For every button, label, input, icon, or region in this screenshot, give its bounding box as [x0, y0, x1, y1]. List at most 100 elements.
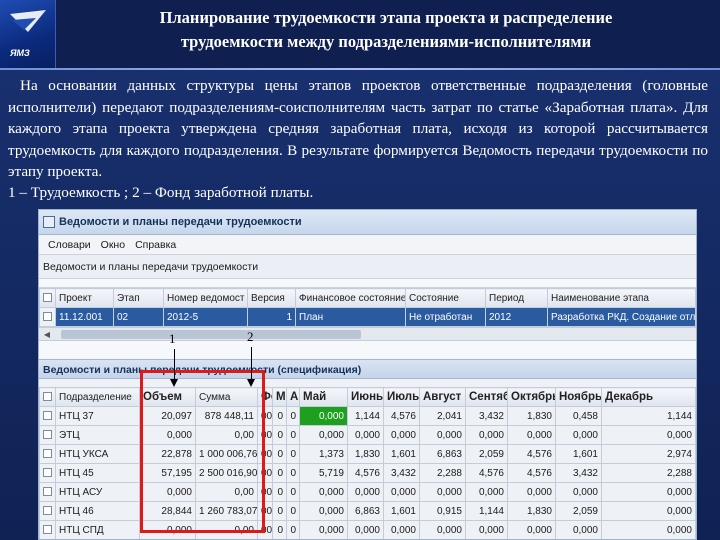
col-header[interactable]: Период [485, 288, 548, 308]
scroll-left-icon[interactable]: ◀ [41, 329, 53, 340]
table-cell[interactable]: 02 [113, 307, 164, 327]
row-checkbox[interactable] [39, 444, 56, 464]
checkbox-icon[interactable] [43, 506, 52, 516]
department-cell[interactable]: НТЦ АСУ [55, 482, 140, 502]
table-cell[interactable]: 0,000 [299, 425, 348, 445]
col-header[interactable]: Номер ведомост [163, 288, 248, 308]
table-cell[interactable]: 0,000 [507, 425, 556, 445]
col-header[interactable]: Состояние [405, 288, 486, 308]
table-cell[interactable]: 0,000 [299, 406, 348, 426]
table-cell[interactable]: 0 [286, 482, 300, 502]
checkbox-icon[interactable] [43, 392, 52, 402]
col-header[interactable]: Октябрь [507, 387, 556, 407]
table-cell[interactable]: План [295, 307, 406, 327]
table-cell[interactable]: 0,000 [601, 520, 696, 539]
table-cell[interactable]: 1,601 [383, 501, 420, 521]
table-row[interactable]: НТЦ 3720,097878 448,11000000,0001,1444,5… [39, 406, 696, 426]
col-header[interactable]: А [286, 387, 300, 407]
table-cell[interactable]: 0,000 [383, 482, 420, 502]
table-row[interactable]: НТЦ УКСА22,8781 000 006,76000001,3731,83… [39, 444, 696, 464]
table-cell[interactable]: 0,000 [299, 482, 348, 502]
table-row[interactable]: НТЦ АСУ0,0000,00000000,0000,0000,0000,00… [39, 482, 696, 502]
checkbox-icon[interactable] [43, 525, 52, 535]
table-cell[interactable]: 2,059 [555, 501, 602, 521]
table-cell[interactable]: 0,000 [601, 501, 696, 521]
table-cell[interactable]: 2,059 [465, 444, 508, 464]
row-checkbox[interactable] [39, 501, 56, 521]
table-cell[interactable]: 0 [286, 463, 300, 483]
row-checkbox[interactable] [39, 425, 56, 445]
col-header[interactable]: Август [419, 387, 466, 407]
row-checkbox[interactable] [39, 463, 56, 483]
scrollbar-thumb[interactable] [61, 330, 361, 339]
department-cell[interactable]: НТЦ 37 [55, 406, 140, 426]
col-header[interactable]: Проект [55, 288, 114, 308]
row-checkbox[interactable] [39, 482, 56, 502]
table-cell[interactable]: 1,601 [383, 444, 420, 464]
table-cell[interactable]: 0,000 [299, 520, 348, 539]
department-cell[interactable]: НТЦ СПД [55, 520, 140, 539]
table-cell[interactable]: 0,000 [555, 482, 602, 502]
table-row[interactable]: ЭТЦ0,0000,00000000,0000,0000,0000,0000,0… [39, 425, 696, 445]
table-cell[interactable]: 0,000 [383, 520, 420, 539]
checkbox-icon[interactable] [43, 487, 52, 497]
department-cell[interactable]: НТЦ 46 [55, 501, 140, 521]
table-cell[interactable]: 1,601 [555, 444, 602, 464]
table-cell[interactable]: 0,000 [383, 425, 420, 445]
checkbox-icon[interactable] [43, 430, 52, 440]
row-checkbox[interactable] [39, 406, 56, 426]
table-cell[interactable]: 0,000 [555, 520, 602, 539]
checkbox-icon[interactable] [43, 312, 52, 322]
table-row[interactable]: 11.12.001 02 2012-5 1 План Не отработан … [39, 307, 696, 327]
table-cell[interactable]: 0 [272, 482, 287, 502]
table-cell[interactable]: 0,000 [555, 425, 602, 445]
table-cell[interactable]: 0 [272, 463, 287, 483]
table-cell[interactable]: Разработка РКД. Создание отл [547, 307, 696, 327]
table-cell[interactable]: 0,000 [419, 482, 466, 502]
checkbox-icon[interactable] [43, 411, 52, 421]
table-cell[interactable]: 0,458 [555, 406, 602, 426]
col-header[interactable]: Наименование этапа [547, 288, 696, 308]
table-cell[interactable]: 2012-5 [163, 307, 248, 327]
table-cell[interactable]: Не отработан [405, 307, 486, 327]
table-cell[interactable]: 6,863 [419, 444, 466, 464]
col-header[interactable]: Подразделение [55, 387, 140, 407]
col-header[interactable]: Ноябрь [555, 387, 602, 407]
table-cell[interactable]: 2,974 [601, 444, 696, 464]
table-cell[interactable]: 0 [286, 501, 300, 521]
table-cell[interactable]: 0 [286, 444, 300, 464]
menu-item-help[interactable]: Справка [130, 235, 181, 254]
table-cell[interactable]: 0,000 [507, 520, 556, 539]
checkbox-icon[interactable] [43, 293, 52, 303]
table-cell[interactable]: 0,000 [299, 501, 348, 521]
table-cell[interactable]: 6,863 [347, 501, 384, 521]
table-cell[interactable]: 0 [286, 520, 300, 539]
row-checkbox[interactable] [39, 520, 56, 539]
table-cell[interactable]: 0,000 [347, 425, 384, 445]
table-cell[interactable]: 1,830 [507, 501, 556, 521]
table-cell[interactable]: 1,144 [465, 501, 508, 521]
col-header[interactable]: Этап [113, 288, 164, 308]
table-cell[interactable]: 2012 [485, 307, 548, 327]
col-header[interactable]: Июнь [347, 387, 384, 407]
table-cell[interactable]: 5,719 [299, 463, 348, 483]
table-cell[interactable]: 3,432 [555, 463, 602, 483]
checkbox-icon[interactable] [43, 449, 52, 459]
checkbox-icon[interactable] [43, 468, 52, 478]
table-cell[interactable]: 0 [272, 406, 287, 426]
table-cell[interactable]: 0,000 [465, 520, 508, 539]
menu-item-window[interactable]: Окно [96, 235, 130, 254]
table-cell[interactable]: 2,041 [419, 406, 466, 426]
table-cell[interactable]: 0 [272, 501, 287, 521]
table-cell[interactable]: 4,576 [507, 444, 556, 464]
table-cell[interactable]: 0 [272, 444, 287, 464]
col-header[interactable]: Версия [247, 288, 296, 308]
table-cell[interactable]: 0,000 [347, 520, 384, 539]
col-header[interactable]: Май [299, 387, 348, 407]
menu-item-dictionaries[interactable]: Словари [43, 235, 96, 254]
table-cell[interactable]: 1,830 [347, 444, 384, 464]
department-cell[interactable]: НТЦ УКСА [55, 444, 140, 464]
table-cell[interactable]: 0,000 [601, 482, 696, 502]
row-checkbox[interactable] [39, 307, 56, 327]
table-cell[interactable]: 0,000 [347, 482, 384, 502]
